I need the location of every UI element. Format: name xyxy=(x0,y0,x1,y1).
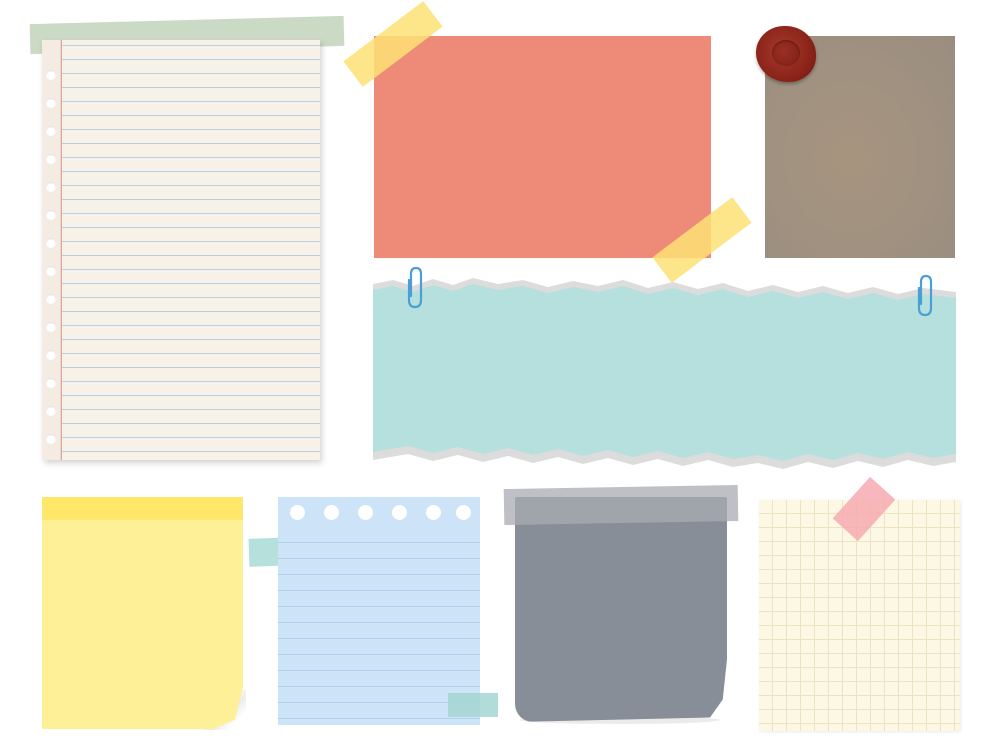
coral-card xyxy=(374,36,711,258)
punch-hole xyxy=(392,505,407,520)
punch-hole xyxy=(46,126,56,136)
punch-hole xyxy=(324,505,339,520)
punch-hole xyxy=(426,505,441,520)
punch-hole-strip xyxy=(42,40,61,460)
wax-seal-icon xyxy=(756,26,816,82)
punch-hole xyxy=(46,70,56,80)
gray-tape xyxy=(503,484,739,526)
torn-top-edge xyxy=(278,497,480,523)
paperclip-icon xyxy=(917,274,933,317)
punch-hole xyxy=(46,210,56,220)
yellow-sticky-note xyxy=(42,497,243,729)
punch-hole xyxy=(46,378,56,388)
teal-tape-bottom xyxy=(448,693,498,717)
punch-hole xyxy=(46,266,56,276)
wax-seal-center xyxy=(772,40,800,66)
punch-hole xyxy=(46,322,56,332)
punch-hole xyxy=(46,406,56,416)
punch-hole xyxy=(46,98,56,108)
paperclip-icon xyxy=(407,266,423,309)
lined-notebook-page xyxy=(42,40,320,460)
punch-hole xyxy=(46,154,56,164)
blue-notebook-page xyxy=(278,497,480,725)
sticky-adhesive-band xyxy=(42,497,243,520)
punch-hole xyxy=(290,505,305,520)
torn-teal-strip xyxy=(373,278,956,469)
punch-hole xyxy=(46,238,56,248)
punch-hole xyxy=(46,350,56,360)
punch-hole xyxy=(46,434,56,444)
punch-hole xyxy=(46,294,56,304)
margin-line xyxy=(61,40,62,460)
torn-strip-paper xyxy=(373,284,956,461)
punch-hole xyxy=(358,505,373,520)
slate-note xyxy=(515,497,727,722)
punch-hole xyxy=(46,182,56,192)
punch-hole xyxy=(456,505,471,520)
